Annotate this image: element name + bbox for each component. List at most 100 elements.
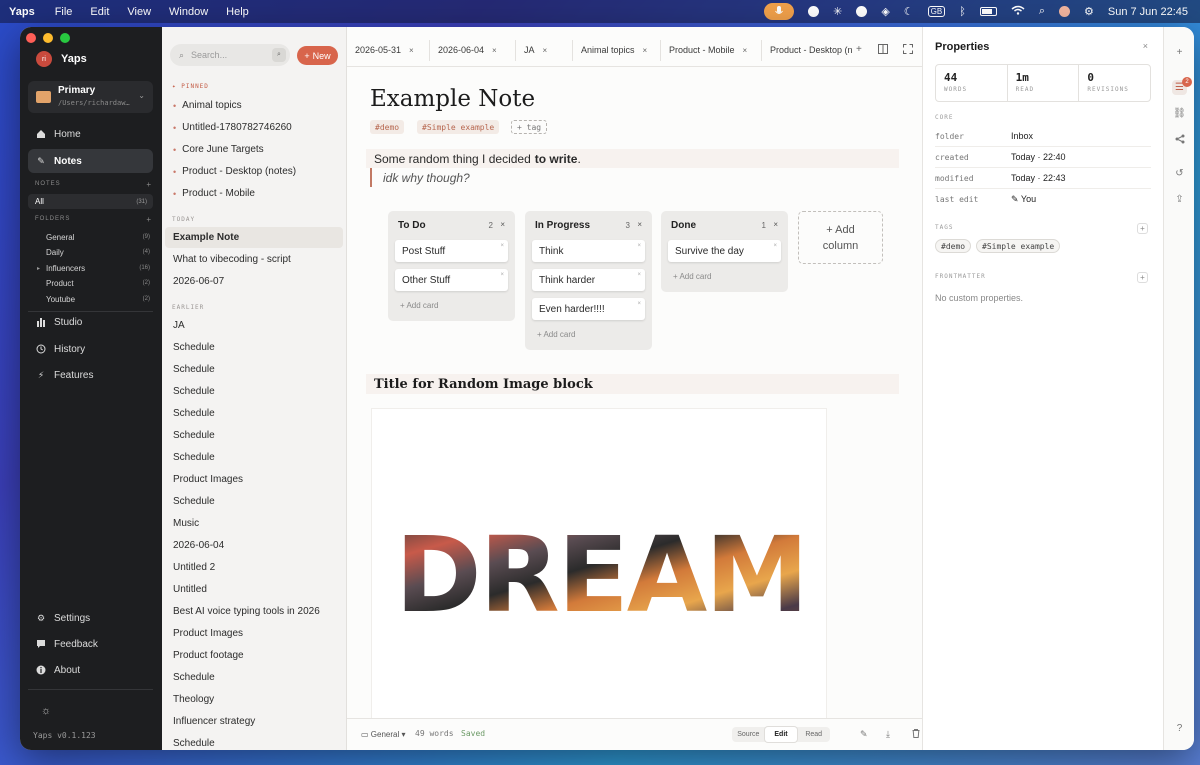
- note-item[interactable]: Music: [165, 513, 343, 534]
- messenger-icon[interactable]: [808, 6, 820, 17]
- kanban-card[interactable]: Think ×: [532, 240, 645, 262]
- image-block[interactable]: DREAM: [372, 409, 826, 719]
- quote-block[interactable]: idk why though?: [370, 168, 470, 187]
- note-tag[interactable]: #demo: [370, 120, 405, 134]
- nav-feedback[interactable]: Feedback: [28, 632, 153, 656]
- help-icon[interactable]: ?: [1172, 721, 1187, 736]
- menu-window[interactable]: Window: [169, 6, 208, 18]
- minimize-window-button[interactable]: [43, 33, 53, 43]
- paragraph-block[interactable]: Some random thing I decided to write.: [366, 149, 899, 168]
- download-icon[interactable]: ⤓: [886, 729, 890, 740]
- caret-right-icon[interactable]: ▸: [37, 265, 40, 272]
- close-icon[interactable]: ×: [500, 272, 504, 278]
- close-properties-icon[interactable]: ×: [1143, 41, 1148, 51]
- pinned-note[interactable]: • Core June Targets: [165, 139, 343, 160]
- note-item[interactable]: Product Images: [165, 469, 343, 490]
- close-icon[interactable]: ×: [637, 301, 641, 307]
- kanban-card[interactable]: Other Stuff ×: [395, 269, 508, 291]
- asterisk-icon[interactable]: ✳: [833, 5, 842, 18]
- folder-item-general[interactable]: General (9): [46, 230, 150, 244]
- microphone-icon[interactable]: [764, 3, 795, 20]
- property-tag[interactable]: #demo: [935, 239, 972, 253]
- folder-item-product[interactable]: Product (2): [46, 276, 150, 290]
- note-item[interactable]: Schedule: [165, 403, 343, 424]
- note-tag[interactable]: #Simple example: [417, 120, 500, 134]
- mode-source[interactable]: Source: [732, 727, 765, 742]
- menu-view[interactable]: View: [127, 6, 151, 18]
- theme-toggle-sun-icon[interactable]: ☼: [41, 705, 51, 717]
- link-icon[interactable]: ⛓: [1172, 106, 1187, 121]
- close-icon[interactable]: ×: [500, 220, 505, 229]
- note-item[interactable]: Schedule: [165, 667, 343, 688]
- add-frontmatter-icon[interactable]: +: [1137, 272, 1148, 283]
- pinned-note[interactable]: • Animal topics: [165, 95, 343, 116]
- kanban-card[interactable]: Think harder ×: [532, 269, 645, 291]
- close-tab-icon[interactable]: ×: [743, 46, 748, 55]
- close-tab-icon[interactable]: ×: [492, 46, 497, 55]
- split-view-icon[interactable]: [878, 44, 888, 57]
- keyboard-layout-badge[interactable]: GB: [927, 6, 946, 17]
- prop-row-folder[interactable]: folder Inbox: [935, 126, 1151, 147]
- heading-block[interactable]: Title for Random Image block: [366, 374, 899, 394]
- note-item[interactable]: Schedule: [165, 491, 343, 512]
- battery-icon[interactable]: [979, 7, 997, 16]
- kanban-card[interactable]: Even harder!!!! ×: [532, 298, 645, 320]
- note-item-selected[interactable]: Example Note: [165, 227, 343, 248]
- tab-2026-05-31[interactable]: 2026-05-31 ×: [355, 39, 414, 61]
- nav-about[interactable]: About: [28, 658, 153, 682]
- moon-icon[interactable]: ☾: [904, 5, 914, 18]
- menubar-app-name[interactable]: Yaps: [9, 6, 35, 18]
- mode-edit[interactable]: Edit: [764, 727, 798, 742]
- tab-product-mobile[interactable]: Product - Mobile ×: [669, 39, 747, 61]
- pinned-note[interactable]: • Product - Desktop (notes): [165, 161, 343, 182]
- kanban-column-todo[interactable]: To Do 2 × Post Stuff × Other Stuff × + Add…: [388, 211, 515, 321]
- export-icon[interactable]: ⇪: [1172, 192, 1187, 207]
- menu-edit[interactable]: Edit: [90, 6, 109, 18]
- nav-home[interactable]: Home: [28, 122, 153, 146]
- note-item[interactable]: Schedule: [165, 381, 343, 402]
- nav-features[interactable]: ⚡ Features: [28, 363, 153, 387]
- property-tag[interactable]: #Simple example: [976, 239, 1061, 253]
- cube-icon[interactable]: ◈: [881, 5, 889, 18]
- pinned-note[interactable]: • Product - Mobile: [165, 183, 343, 204]
- menubar-clock[interactable]: Sun 7 Jun 22:45: [1108, 6, 1188, 18]
- kanban-card[interactable]: Survive the day ×: [668, 240, 781, 262]
- graph-share-icon[interactable]: [1172, 131, 1187, 146]
- wifi-icon[interactable]: [1011, 5, 1025, 18]
- note-item[interactable]: Product Images: [165, 623, 343, 644]
- note-item[interactable]: Influencer strategy: [165, 711, 343, 732]
- close-icon[interactable]: ×: [773, 243, 777, 249]
- nav-notes[interactable]: ✎ Notes: [28, 149, 153, 173]
- user-avatar-icon[interactable]: [1059, 6, 1070, 17]
- note-item[interactable]: Untitled: [165, 579, 343, 600]
- close-tab-icon[interactable]: ×: [409, 46, 414, 55]
- close-icon[interactable]: ×: [637, 220, 642, 229]
- nav-history[interactable]: History: [28, 337, 153, 361]
- add-column-button[interactable]: + Add column: [798, 211, 883, 264]
- search-input[interactable]: ⌕ Search... ⌕: [170, 44, 290, 66]
- kanban-card[interactable]: Post Stuff ×: [395, 240, 508, 262]
- menu-help[interactable]: Help: [226, 6, 249, 18]
- fullscreen-icon[interactable]: [903, 44, 913, 57]
- add-folder-icon[interactable]: +: [146, 215, 151, 224]
- close-window-button[interactable]: [26, 33, 36, 43]
- pin-icon[interactable]: ✎: [860, 729, 868, 740]
- close-tab-icon[interactable]: ×: [543, 46, 548, 55]
- note-item[interactable]: Schedule: [165, 359, 343, 380]
- kanban-column-in-progress[interactable]: In Progress 3 × Think × Think harder × Eve…: [525, 211, 652, 350]
- note-item[interactable]: Schedule: [165, 337, 343, 358]
- add-tag-button[interactable]: + tag: [511, 120, 548, 134]
- new-note-button[interactable]: + New: [297, 46, 338, 65]
- add-note-icon[interactable]: +: [146, 180, 151, 189]
- add-card-button[interactable]: + Add card: [400, 301, 438, 310]
- add-card-button[interactable]: + Add card: [537, 330, 575, 339]
- trash-icon[interactable]: [912, 729, 920, 740]
- note-item[interactable]: What to vibecoding - script: [165, 249, 343, 270]
- tab-ja[interactable]: JA ×: [524, 39, 547, 61]
- nav-studio[interactable]: Studio: [28, 310, 153, 334]
- note-item[interactable]: Schedule: [165, 425, 343, 446]
- bluetooth-icon[interactable]: ᛒ: [959, 6, 966, 18]
- new-tab-icon[interactable]: +: [856, 44, 862, 55]
- note-item[interactable]: 2026-06-04: [165, 535, 343, 556]
- kanban-column-done[interactable]: Done 1 × Survive the day × + Add card: [661, 211, 788, 292]
